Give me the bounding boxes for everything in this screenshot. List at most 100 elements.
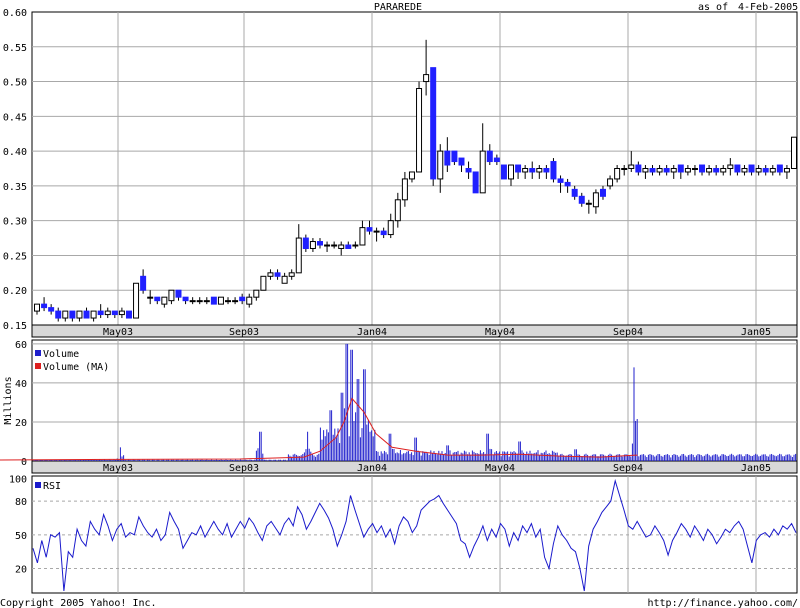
candle-body xyxy=(614,168,621,180)
candle-body xyxy=(83,310,90,319)
candle-body xyxy=(734,164,741,173)
price-panel: May03 Sep03 Jan04 May04 Sep04 Jan05 0.15 0.20 0.… xyxy=(3,8,798,338)
candle-body xyxy=(34,303,40,312)
candle-body xyxy=(302,237,309,249)
candle-body xyxy=(437,150,444,180)
candle-body xyxy=(677,164,684,173)
candle-body xyxy=(168,289,175,302)
y-tick-label: 60 xyxy=(15,340,27,351)
legend-swatch-volume-ma xyxy=(35,363,41,369)
x-tick-label: Sep04 xyxy=(613,327,643,338)
candle-body xyxy=(508,164,515,180)
candle-body xyxy=(529,168,536,173)
candle-body xyxy=(543,168,550,173)
footer-url[interactable]: http://finance.yahoo.com/ xyxy=(647,598,798,608)
y-tick-label: 100 xyxy=(9,475,27,486)
candle-body xyxy=(267,272,274,277)
candle-body xyxy=(684,168,691,173)
candle-body xyxy=(776,164,783,173)
candle-body xyxy=(154,296,161,302)
candle-body xyxy=(246,296,253,305)
candle-body xyxy=(394,199,401,222)
candle-body xyxy=(203,300,210,303)
x-tick-label: Sep04 xyxy=(613,463,643,474)
candle-body xyxy=(316,241,323,246)
candle-body xyxy=(762,168,769,173)
volume-panel: May03 Sep03 Jan04 May04 Sep04 Jan05 0 20 40 60 Mil… xyxy=(0,339,798,474)
candle-body xyxy=(97,310,104,316)
candle-body xyxy=(175,289,182,298)
y-tick-label: 0.45 xyxy=(3,112,27,123)
candle-body xyxy=(706,168,713,173)
x-tick-label: Jan05 xyxy=(741,463,771,474)
y-tick-label: 20 xyxy=(15,418,27,429)
candle-body xyxy=(670,168,677,173)
candle-body xyxy=(41,303,48,309)
candle-body xyxy=(592,192,599,208)
copyright-text: Copyright 2005 Yahoo! Inc. xyxy=(0,598,157,608)
x-tick-label: Jan05 xyxy=(741,327,771,338)
y-tick-label: 0.60 xyxy=(3,8,27,19)
y-tick-label: 0.35 xyxy=(3,182,27,193)
candle-body xyxy=(331,244,338,247)
candle-body xyxy=(189,300,196,303)
candle-body xyxy=(465,168,472,173)
y-tick-label: 40 xyxy=(15,379,27,390)
candle-body xyxy=(253,289,260,298)
legend-label-rsi: RSI xyxy=(43,481,61,492)
y-tick-label: 0.40 xyxy=(3,147,27,158)
y-axis-label: Millions xyxy=(3,376,14,424)
candle-body xyxy=(564,181,571,187)
x-tick-label: May03 xyxy=(103,463,133,474)
candle-body xyxy=(479,150,486,194)
candle-body xyxy=(225,300,232,303)
candle-body xyxy=(104,310,111,316)
legend-label-volume: Volume xyxy=(43,349,79,360)
candle-body xyxy=(232,300,239,303)
legend-label-volume-ma: Volume (MA) xyxy=(43,362,109,373)
candle-body xyxy=(182,296,189,302)
candle-body xyxy=(288,272,295,277)
candle-body xyxy=(791,136,797,169)
candle-body xyxy=(161,296,168,305)
candle-body xyxy=(621,168,628,170)
candle-body xyxy=(720,168,727,173)
chart-title: PARAREDE xyxy=(374,2,422,13)
candle-body xyxy=(380,230,387,236)
candle-body xyxy=(408,171,415,180)
candle-body xyxy=(295,237,302,274)
candle-body xyxy=(260,275,267,291)
date-band xyxy=(31,324,798,338)
y-tick-label: 0.30 xyxy=(3,217,27,228)
y-tick-label: 0 xyxy=(21,457,27,468)
candle-body xyxy=(324,244,331,247)
date-band xyxy=(31,460,798,474)
x-tick-label: May03 xyxy=(103,327,133,338)
x-tick-label: May04 xyxy=(485,463,515,474)
y-tick-label: 0.20 xyxy=(3,286,27,297)
legend-swatch-rsi xyxy=(35,482,41,488)
candle-body xyxy=(578,195,585,204)
candle-body xyxy=(748,164,755,173)
candle-body xyxy=(210,296,217,305)
candle-body xyxy=(699,164,706,173)
candle-body xyxy=(607,178,614,187)
candle-body xyxy=(635,164,642,173)
candle-body xyxy=(196,300,203,303)
candle-body xyxy=(649,168,656,173)
candle-body xyxy=(133,282,140,319)
candle-body xyxy=(515,164,522,173)
as-of-date: 4-Feb-2005 xyxy=(738,2,798,13)
candle-body xyxy=(140,275,147,291)
y-tick-label: 0.50 xyxy=(3,78,27,89)
candle-body xyxy=(599,188,606,197)
y-tick-label: 0.55 xyxy=(3,43,27,54)
candle-body xyxy=(366,227,373,232)
candle-body xyxy=(387,220,394,236)
candle-body xyxy=(430,67,437,180)
candle-body xyxy=(783,168,790,173)
x-tick-label: Sep03 xyxy=(229,327,259,338)
x-tick-label: Sep03 xyxy=(229,463,259,474)
candle-body xyxy=(557,178,564,183)
candle-body xyxy=(309,241,316,249)
